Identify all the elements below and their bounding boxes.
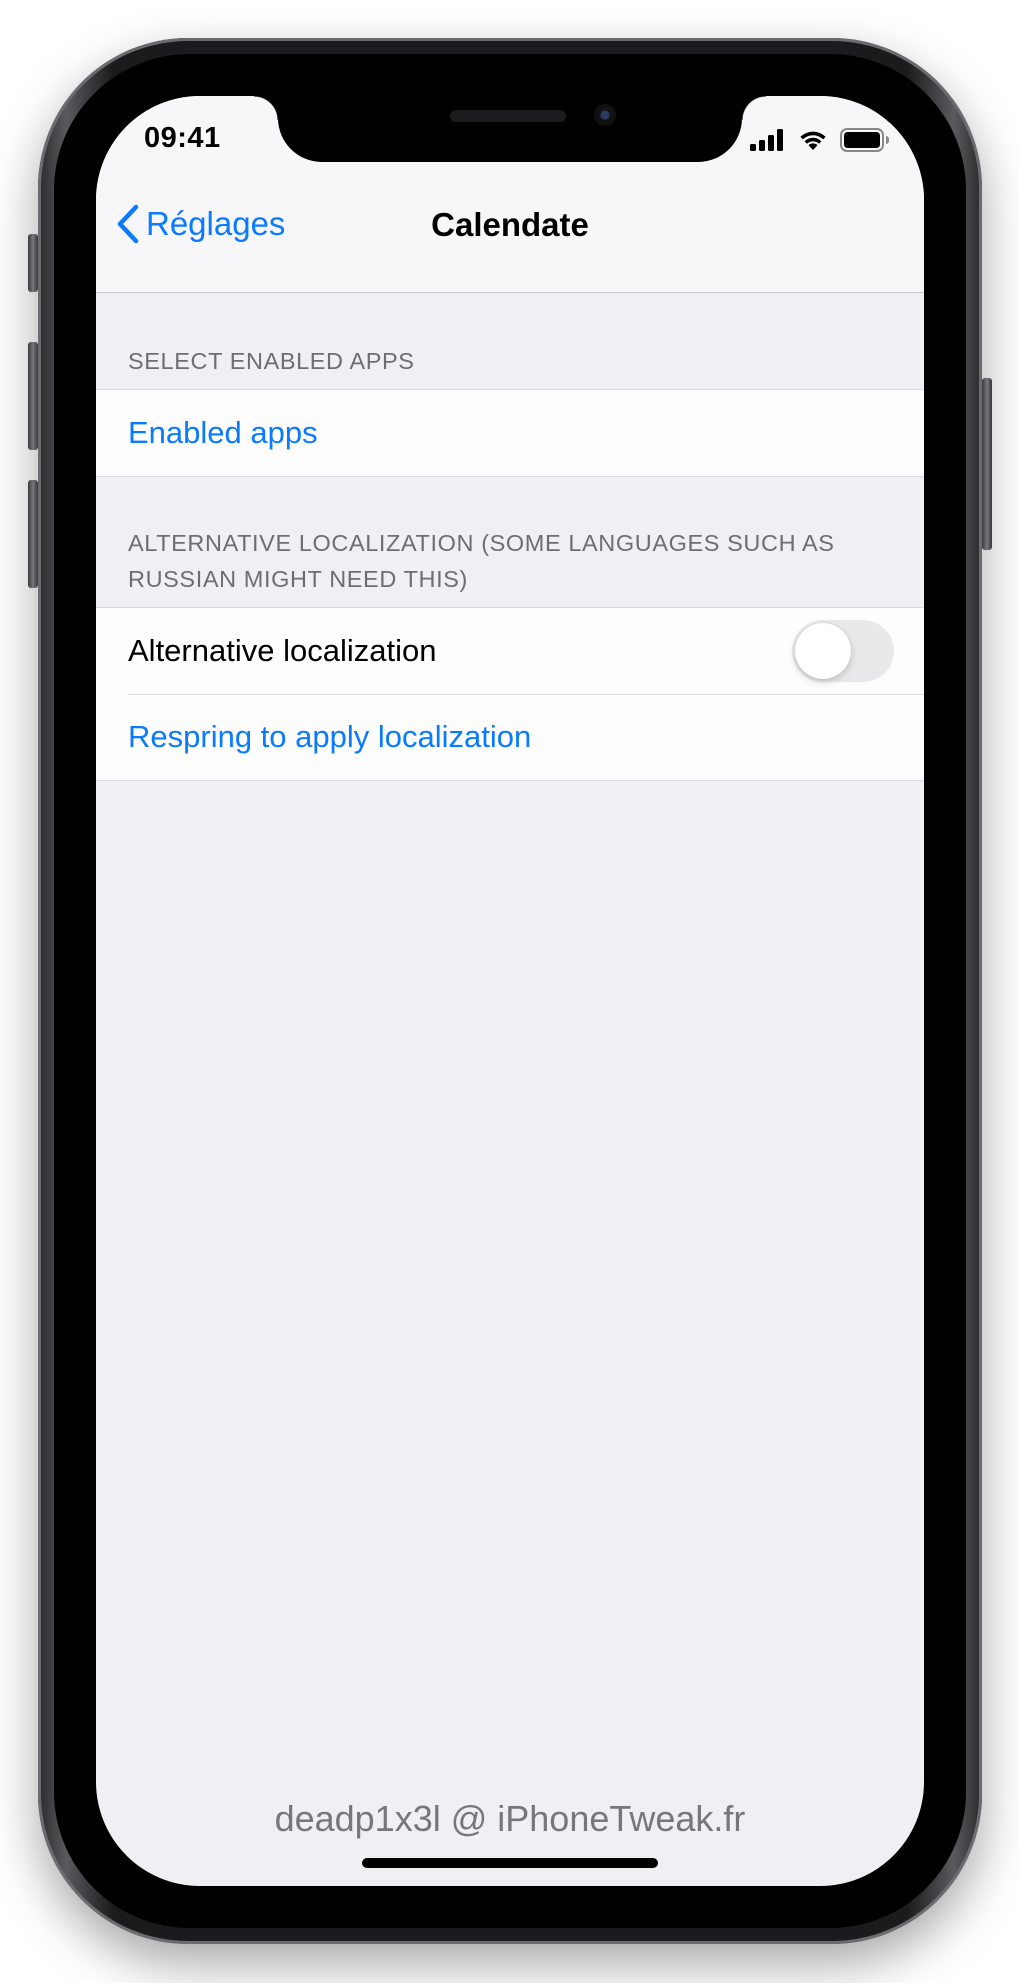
- settings-list[interactable]: SELECT ENABLED APPS Enabled apps ALTERNA…: [96, 293, 924, 1886]
- alternative-localization-cell: Alternative localization: [96, 608, 924, 694]
- home-indicator[interactable]: [362, 1858, 658, 1868]
- respring-cell[interactable]: Respring to apply localization: [96, 694, 924, 780]
- toggle-knob: [795, 623, 851, 679]
- page-title: Calendate: [431, 206, 589, 243]
- signal-icon: [750, 129, 783, 151]
- volume-up-button: [28, 342, 38, 450]
- mute-switch: [28, 234, 38, 292]
- phone-frame: 09:41 Réglages Calendate SELECT ENABLED …: [28, 38, 992, 1944]
- wifi-icon: [800, 131, 826, 150]
- alternative-localization-toggle[interactable]: [792, 620, 894, 682]
- alternative-localization-label: Alternative localization: [128, 633, 437, 668]
- section-group-localization: Alternative localization Respring to app…: [96, 607, 924, 781]
- respring-label: Respring to apply localization: [128, 719, 532, 754]
- enabled-apps-cell[interactable]: Enabled apps: [96, 390, 924, 476]
- screen: 09:41 Réglages Calendate SELECT ENABLED …: [96, 96, 924, 1886]
- battery-icon: [840, 128, 889, 152]
- section-header-localization: ALTERNATIVE LOCALIZATION (SOME LANGUAGES…: [128, 530, 835, 592]
- section-group-enabled-apps: Enabled apps: [96, 389, 924, 477]
- notch: [254, 96, 766, 162]
- watermark-text: deadp1x3l @ iPhoneTweak.fr: [274, 1798, 746, 1839]
- front-camera: [594, 104, 616, 126]
- status-time: 09:41: [144, 122, 221, 154]
- enabled-apps-label: Enabled apps: [128, 415, 318, 450]
- volume-down-button: [28, 480, 38, 588]
- power-button: [982, 378, 992, 550]
- navigation-bar: Réglages Calendate: [96, 176, 924, 293]
- status-icons: [750, 128, 890, 152]
- section-header-enabled-apps: SELECT ENABLED APPS: [128, 348, 415, 374]
- speaker-grille: [450, 110, 566, 122]
